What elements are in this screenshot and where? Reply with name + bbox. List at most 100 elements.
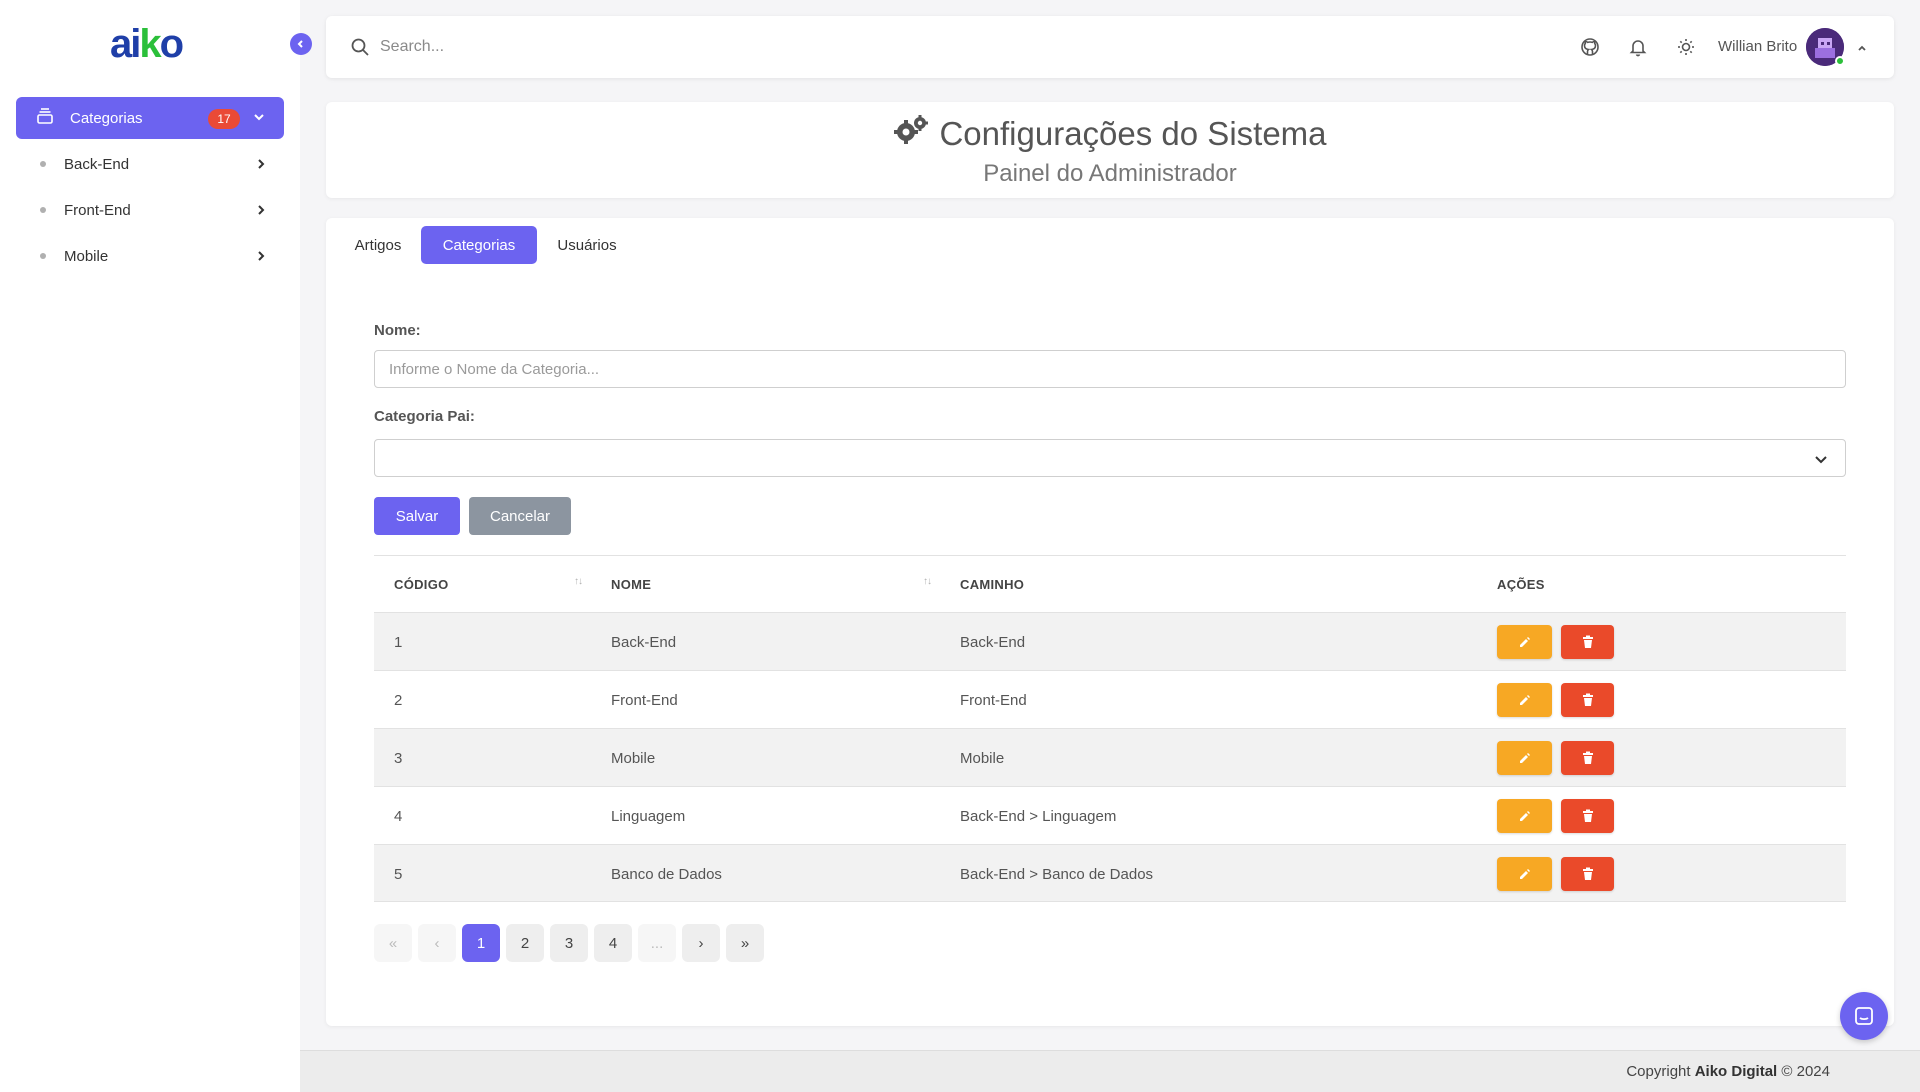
save-button[interactable]: Salvar <box>374 497 460 535</box>
cell-code: 2 <box>394 691 403 709</box>
column-header-codigo[interactable]: CÓDIGO <box>394 556 449 612</box>
table-row: 2 Front-End Front-End <box>374 670 1846 728</box>
category-name-input[interactable] <box>374 350 1846 388</box>
column-header-nome[interactable]: NOME <box>611 556 651 612</box>
delete-button[interactable] <box>1561 799 1614 833</box>
chevron-right-icon <box>254 203 268 221</box>
sidebar-item-mobile[interactable]: Mobile <box>16 236 284 276</box>
sidebar-item-label: Categorias <box>70 109 143 127</box>
edit-button[interactable] <box>1497 857 1552 891</box>
delete-button[interactable] <box>1561 625 1614 659</box>
sidebar-item-label: Front-End <box>64 201 131 219</box>
cell-code: 3 <box>394 749 403 767</box>
search-icon <box>350 37 370 62</box>
sidebar-item-label: Mobile <box>64 247 109 265</box>
cell-path: Back-End > Linguagem <box>960 807 1117 825</box>
cogs-icon <box>893 114 939 154</box>
cell-path: Mobile <box>960 749 1005 767</box>
table-row: 3 Mobile Mobile <box>374 728 1846 786</box>
sidebar-item-back-end[interactable]: Back-End <box>16 144 284 184</box>
cell-name: Mobile <box>611 749 656 767</box>
parent-category-label: Categoria Pai: <box>374 408 475 425</box>
sidebar-collapse-button[interactable] <box>290 33 312 55</box>
bell-icon[interactable] <box>1628 37 1648 57</box>
edit-button[interactable] <box>1497 799 1552 833</box>
copyright-year: © 2024 <box>1781 1063 1830 1080</box>
page-button-3[interactable]: 3 <box>550 924 588 962</box>
categories-table: CÓDIGO ↑↓ NOME ↑↓ CAMINHO AÇÕES 1 Back-E… <box>374 555 1846 902</box>
cell-name: Banco de Dados <box>611 865 722 883</box>
sort-icon[interactable]: ↑↓ <box>574 576 583 587</box>
prev-page-button[interactable]: ‹ <box>418 924 456 962</box>
page-button-4[interactable]: 4 <box>594 924 632 962</box>
pagination: « ‹ 1 2 3 4 ... › » <box>374 924 770 962</box>
search-input[interactable] <box>380 32 980 62</box>
trash-icon <box>1582 635 1593 648</box>
edit-button[interactable] <box>1497 741 1552 775</box>
table-row: 1 Back-End Back-End <box>374 612 1846 670</box>
tab-categorias[interactable]: Categorias <box>421 226 537 264</box>
cell-path: Back-End <box>960 633 1026 651</box>
name-label: Nome: <box>374 322 421 339</box>
chevron-down-icon <box>1813 451 1829 472</box>
parent-category-select[interactable] <box>374 439 1846 477</box>
sort-icon[interactable]: ↑↓ <box>923 576 932 587</box>
pencil-icon <box>1519 695 1530 705</box>
pagination-ellipsis: ... <box>638 924 676 962</box>
trash-icon <box>1582 809 1593 822</box>
chevron-down-icon[interactable] <box>250 108 268 131</box>
cancel-button[interactable]: Cancelar <box>469 497 571 535</box>
bullet-icon <box>40 161 46 167</box>
pencil-icon <box>1519 753 1530 763</box>
edit-button[interactable] <box>1497 625 1552 659</box>
tab-artigos[interactable]: Artigos <box>340 226 416 264</box>
trash-icon <box>1582 751 1593 764</box>
first-page-button[interactable]: « <box>374 924 412 962</box>
cell-name: Back-End <box>611 633 677 651</box>
topbar: Willian Brito <box>326 16 1894 78</box>
table-row: 5 Banco de Dados Back-End > Banco de Dad… <box>374 844 1846 902</box>
page-subtitle: Painel do Administrador <box>983 160 1237 187</box>
sidebar-item-front-end[interactable]: Front-End <box>16 190 284 230</box>
delete-button[interactable] <box>1561 741 1614 775</box>
column-header-acoes: AÇÕES <box>1497 576 1545 592</box>
pencil-icon <box>1519 869 1530 879</box>
page-header: Configurações do Sistema Painel do Admin… <box>326 102 1894 198</box>
trash-icon <box>1582 693 1593 706</box>
delete-button[interactable] <box>1561 683 1614 717</box>
page-title: Configurações do Sistema <box>326 114 1894 154</box>
sidebar-item-categorias[interactable]: Categorias 17 <box>16 97 284 139</box>
cell-code: 4 <box>394 807 403 825</box>
page-button-1[interactable]: 1 <box>462 924 500 962</box>
tab-usuarios[interactable]: Usuários <box>542 226 632 264</box>
footer: Copyright Aiko Digital © 2024 <box>300 1050 1920 1092</box>
logo-text: aiko <box>110 22 184 66</box>
chevron-left-icon <box>297 40 303 48</box>
cell-name: Front-End <box>611 691 678 709</box>
github-icon[interactable] <box>1580 37 1600 57</box>
user-name[interactable]: Willian Brito <box>1718 38 1797 55</box>
copyright-text: Copyright Aiko Digital © 2024 <box>1626 1063 1830 1080</box>
column-header-caminho: CAMINHO <box>960 576 1025 592</box>
chat-button[interactable] <box>1840 992 1888 1040</box>
next-page-button[interactable]: › <box>682 924 720 962</box>
delete-button[interactable] <box>1561 857 1614 891</box>
layers-icon <box>36 107 54 130</box>
pencil-icon <box>1519 637 1530 647</box>
cell-name: Linguagem <box>611 807 686 825</box>
last-page-button[interactable]: » <box>726 924 764 962</box>
edit-button[interactable] <box>1497 683 1552 717</box>
categories-panel: Artigos Categorias Usuários Nome: Catego… <box>326 218 1894 1026</box>
company-name[interactable]: Aiko Digital <box>1695 1063 1778 1080</box>
chat-icon <box>1855 1007 1873 1025</box>
cell-code: 1 <box>394 633 403 651</box>
sidebar-item-label: Back-End <box>64 155 130 173</box>
bullet-icon <box>40 253 46 259</box>
sidebar: aiko Categorias 17 Back-End Front-End Mo… <box>0 0 300 1092</box>
page-button-2[interactable]: 2 <box>506 924 544 962</box>
chevron-up-icon[interactable] <box>1856 41 1868 59</box>
sun-icon[interactable] <box>1676 37 1696 57</box>
trash-icon <box>1582 867 1593 880</box>
aiko-logo[interactable]: aiko <box>110 24 192 64</box>
bullet-icon <box>40 207 46 213</box>
